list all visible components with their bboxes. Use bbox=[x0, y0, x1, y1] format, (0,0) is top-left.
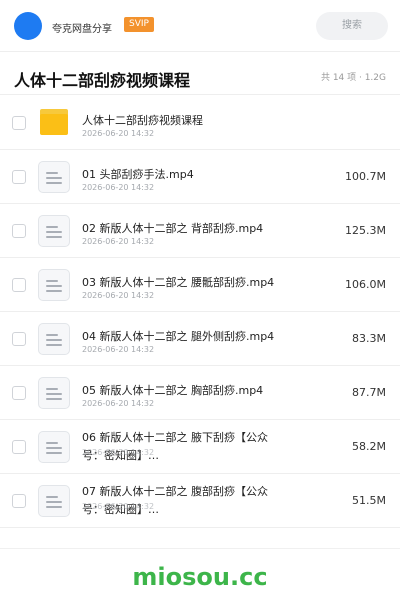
checkbox[interactable] bbox=[12, 440, 26, 454]
folder-header: 人体十二部刮痧视频课程 共 14 项 · 1.2G bbox=[0, 53, 400, 95]
document-icon bbox=[38, 485, 70, 517]
item-size: 83.3M bbox=[352, 332, 386, 345]
list-item[interactable]: 05 新版人体十二部之 胸部刮痧.mp4 2026-06-20 14:32 87… bbox=[0, 366, 400, 420]
item-size: 51.5M bbox=[352, 494, 386, 507]
item-date: 2026-06-20 14:32 bbox=[82, 183, 155, 192]
item-size: 106.0M bbox=[345, 278, 386, 291]
folder-meta: 共 14 项 · 1.2G bbox=[320, 73, 386, 83]
item-date: 2026-06-20 14:32 bbox=[82, 502, 155, 511]
list-item[interactable]: 01 头部刮痧手法.mp4 2026-06-20 14:32 100.7M bbox=[0, 150, 400, 204]
list-item[interactable]: 03 新版人体十二部之 腰骶部刮痧.mp4 2026-06-20 14:32 1… bbox=[0, 258, 400, 312]
item-name: 05 新版人体十二部之 胸部刮痧.mp4 bbox=[82, 384, 264, 397]
folder-icon bbox=[40, 109, 68, 135]
item-date: 2026-06-20 14:32 bbox=[82, 129, 155, 138]
list-item[interactable]: 06 新版人体十二部之 腋下刮痧【公众号：密知圈】… 2026-06-20 14… bbox=[0, 420, 400, 474]
item-size: 100.7M bbox=[345, 170, 386, 183]
checkbox[interactable] bbox=[12, 278, 26, 292]
item-date: 2026-06-20 14:32 bbox=[82, 291, 155, 300]
footer: miosou.cc bbox=[0, 548, 400, 600]
document-icon bbox=[38, 323, 70, 355]
document-icon bbox=[38, 377, 70, 409]
item-size: 125.3M bbox=[345, 224, 386, 237]
document-icon bbox=[38, 161, 70, 193]
avatar[interactable] bbox=[14, 12, 42, 40]
item-date: 2026-06-20 14:32 bbox=[82, 237, 155, 246]
item-name: 06 新版人体十二部之 腋下刮痧【公众号：密知圈】… bbox=[82, 431, 268, 462]
top-bar: 夸克网盘分享 SVIP 搜索 bbox=[0, 0, 400, 52]
search-input[interactable]: 搜索 bbox=[316, 12, 388, 40]
item-name: 04 新版人体十二部之 腿外侧刮痧.mp4 bbox=[82, 330, 275, 343]
item-date: 2026-06-20 14:32 bbox=[82, 448, 155, 457]
page-title: 人体十二部刮痧视频课程 bbox=[14, 71, 191, 90]
checkbox[interactable] bbox=[12, 332, 26, 346]
item-name: 03 新版人体十二部之 腰骶部刮痧.mp4 bbox=[82, 276, 275, 289]
document-icon bbox=[38, 215, 70, 247]
checkbox[interactable] bbox=[12, 494, 26, 508]
list-item[interactable]: 04 新版人体十二部之 腿外侧刮痧.mp4 2026-06-20 14:32 8… bbox=[0, 312, 400, 366]
item-name: 01 头部刮痧手法.mp4 bbox=[82, 168, 194, 181]
checkbox[interactable] bbox=[12, 116, 26, 130]
watermark: miosou.cc bbox=[132, 563, 268, 591]
list-item[interactable]: 07 新版人体十二部之 腹部刮痧【公众号：密知圈】… 2026-06-20 14… bbox=[0, 474, 400, 528]
item-date: 2026-06-20 14:32 bbox=[82, 345, 155, 354]
checkbox[interactable] bbox=[12, 170, 26, 184]
checkbox[interactable] bbox=[12, 224, 26, 238]
checkbox[interactable] bbox=[12, 386, 26, 400]
document-icon bbox=[38, 269, 70, 301]
share-owner-name: 夸克网盘分享 bbox=[52, 24, 112, 35]
item-name: 07 新版人体十二部之 腹部刮痧【公众号：密知圈】… bbox=[82, 485, 268, 516]
item-size: 58.2M bbox=[352, 440, 386, 453]
svip-badge: SVIP bbox=[124, 17, 154, 32]
item-name: 人体十二部刮痧视频课程 bbox=[82, 114, 203, 127]
document-icon bbox=[38, 431, 70, 463]
item-name: 02 新版人体十二部之 背部刮痧.mp4 bbox=[82, 222, 264, 235]
file-list: 人体十二部刮痧视频课程 2026-06-20 14:32 01 头部刮痧手法.m… bbox=[0, 96, 400, 528]
list-item[interactable]: 人体十二部刮痧视频课程 2026-06-20 14:32 bbox=[0, 96, 400, 150]
item-date: 2026-06-20 14:32 bbox=[82, 399, 155, 408]
item-size: 87.7M bbox=[352, 386, 386, 399]
list-item[interactable]: 02 新版人体十二部之 背部刮痧.mp4 2026-06-20 14:32 12… bbox=[0, 204, 400, 258]
